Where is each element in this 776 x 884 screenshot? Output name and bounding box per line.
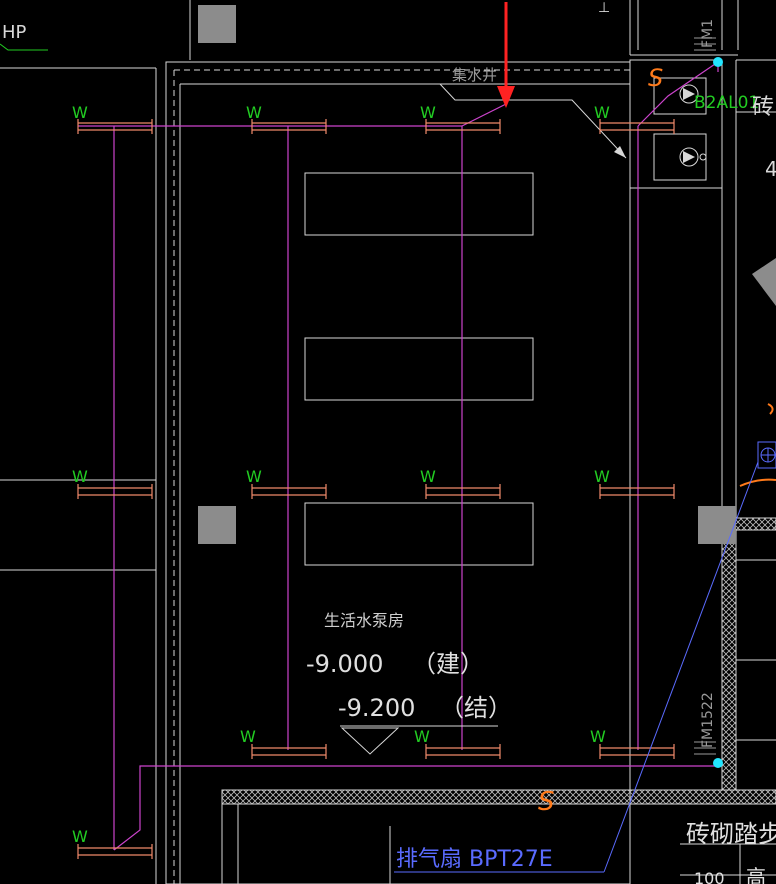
sprinkler-label: W <box>246 103 262 122</box>
pump-id-label: B2AL01 <box>694 93 759 113</box>
sprinkler-label: W <box>72 467 88 486</box>
bottom-char: 高 <box>746 865 766 884</box>
masonry-wall-bottom <box>221 789 776 805</box>
valve-top <box>713 57 723 67</box>
s-mark: S <box>538 787 555 817</box>
brick-steps-label: 砖砌踏步 <box>686 820 776 848</box>
s-mark: S <box>648 64 663 92</box>
structural-columns <box>198 5 776 544</box>
door-tag-bottom: FM1522 <box>700 692 716 748</box>
cad-drawing: W W W W W W W W W W W W HP 集水井 B2AL01 砖 … <box>0 0 776 884</box>
fan-label: 排气扇 BPT27E <box>396 847 553 872</box>
valve-bottom <box>713 758 723 768</box>
elevation-triangle-icon <box>340 727 400 755</box>
sprinkler-label: W <box>414 727 430 746</box>
bottom-digits: 100 <box>694 869 725 884</box>
equipment-pads <box>304 172 534 566</box>
sprinkler-label: W <box>590 727 606 746</box>
exhaust-fan-icon <box>757 441 776 469</box>
sprinkler-label: W <box>594 103 610 122</box>
top-mark: ⊥ <box>598 0 610 16</box>
brick-label-top: 砖 <box>752 95 774 120</box>
sprinkler-label: W <box>594 467 610 486</box>
red-arrow <box>497 2 515 108</box>
sprinkler-label: W <box>72 827 88 846</box>
s-mark-partial <box>739 478 776 487</box>
digit-label: 4 <box>765 157 776 181</box>
wall-lines <box>0 0 776 884</box>
sump-label: 集水井 <box>452 66 497 84</box>
sprinkler-label: W <box>72 103 88 122</box>
hp-label: HP <box>2 22 27 43</box>
elevation-building: -9.000 <box>306 650 383 678</box>
sprinkler-labels: W W W W W W W W W W W W <box>72 103 610 846</box>
elevation-building-tag: （建） <box>412 650 484 678</box>
sprinkler-label: W <box>420 467 436 486</box>
hp-leader <box>0 43 48 51</box>
sprinkler-label: W <box>240 727 256 746</box>
elevation-structure: -9.200 <box>338 694 415 722</box>
masonry-wall-right-vertical <box>721 529 737 791</box>
elevation-structure-tag: （结） <box>440 694 512 722</box>
room-name: 生活水泵房 <box>324 611 404 630</box>
s-mark-edge <box>767 403 774 415</box>
sprinkler-label: W <box>246 467 262 486</box>
sprinkler-label: W <box>420 103 436 122</box>
